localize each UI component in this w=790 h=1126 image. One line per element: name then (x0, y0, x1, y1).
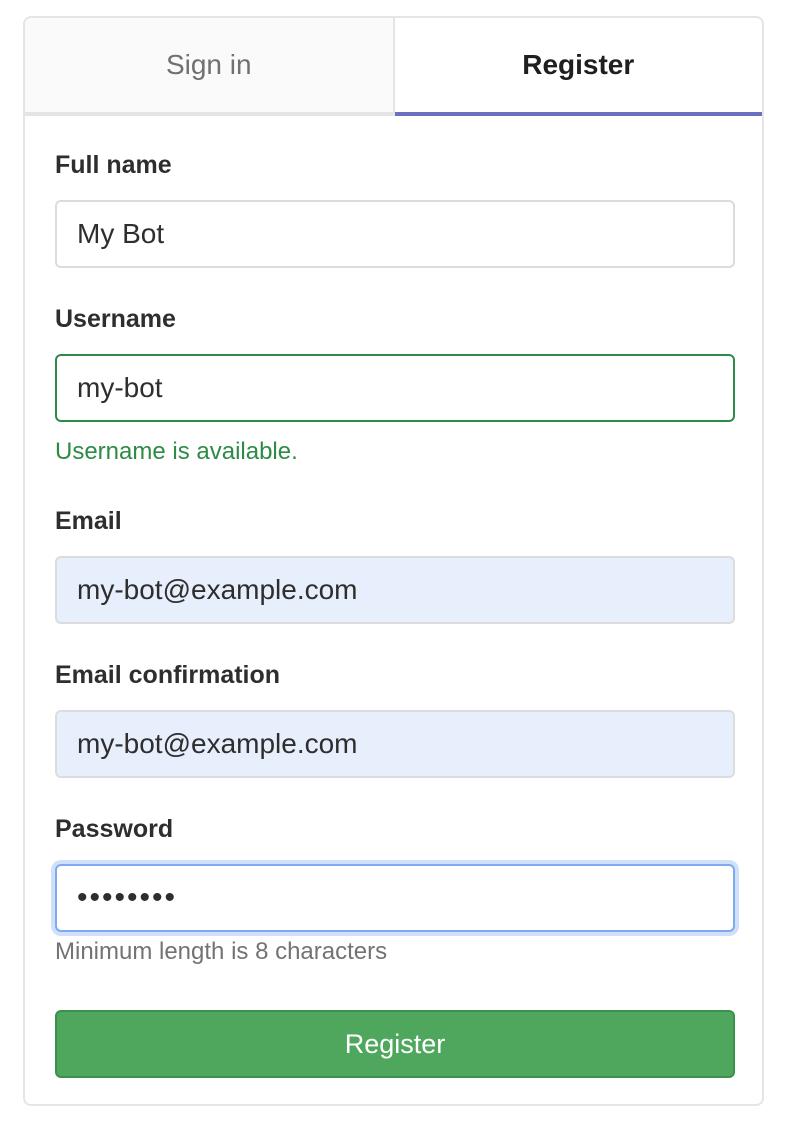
tab-sign-in[interactable]: Sign in (25, 18, 395, 112)
password-field[interactable] (55, 864, 735, 932)
tab-register[interactable]: Register (394, 18, 762, 116)
email-confirmation-field[interactable] (55, 710, 735, 778)
email-confirmation-label: Email confirmation (55, 661, 281, 689)
register-button[interactable]: Register (55, 1010, 735, 1078)
full-name-label: Full name (55, 151, 172, 179)
password-help: Minimum length is 8 characters (55, 938, 388, 965)
auth-tabs: Sign in Register (25, 18, 762, 116)
username-status: Username is available. (55, 438, 298, 465)
register-card: Sign in Register Full name Username User… (23, 16, 764, 1106)
email-field[interactable] (55, 556, 735, 624)
username-field[interactable] (55, 354, 735, 422)
email-label: Email (55, 507, 122, 535)
full-name-field[interactable] (55, 200, 735, 268)
password-label: Password (55, 815, 174, 843)
username-label: Username (55, 305, 176, 333)
